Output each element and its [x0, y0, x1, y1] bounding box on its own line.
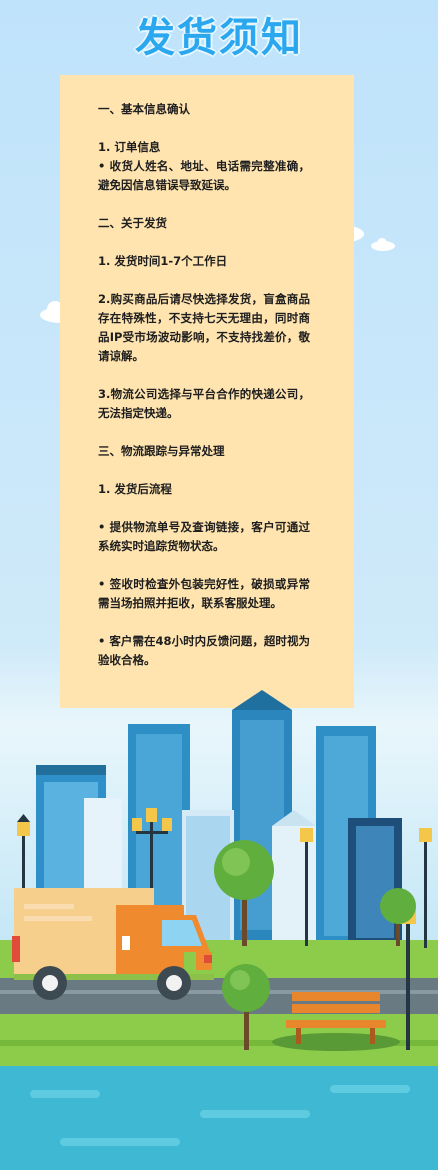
section-heading-tracking: 三、物流跟踪与异常处理 [98, 444, 225, 458]
page-title: 发货须知 [135, 15, 303, 61]
city-delivery-illustration [0, 690, 438, 1170]
cloud-icon [371, 238, 395, 251]
section-heading-basic-info: 一、基本信息确认 [98, 102, 190, 116]
section-heading-shipping: 二、关于发货 [98, 216, 167, 230]
courier-policy: 3.物流公司选择与平台合作的快递公司，无法指定快递。 [98, 387, 310, 420]
order-info-title: 1. 订单信息 [98, 140, 161, 154]
tracking-bullet: • 提供物流单号及查询链接，客户可通过系统实时追踪货物状态。 [98, 520, 310, 553]
feedback-bullet: • 客户需在48小时内反馈问题，超时视为验收合格。 [98, 634, 310, 667]
inspection-bullet: • 签收时检查外包装完好性，破损或异常需当场拍照并拒收，联系客服处理。 [98, 577, 310, 610]
shipping-notice: 一、基本信息确认 1. 订单信息 • 收货人姓名、地址、电话需完整准确，避免因信… [98, 100, 310, 670]
shipping-time: 1. 发货时间1-7个工作日 [98, 254, 228, 268]
building-icon [348, 818, 402, 946]
shipping-policy: 2.购买商品后请尽快选择发货，盲盒商品存在特殊性，不支持七天无理由，同时商品IP… [98, 292, 310, 363]
order-info-body: • 收货人姓名、地址、电话需完整准确，避免因信息错误导致延误。 [98, 159, 310, 192]
street-lamp-icon [419, 828, 432, 948]
after-shipping-title: 1. 发货后流程 [98, 482, 172, 496]
